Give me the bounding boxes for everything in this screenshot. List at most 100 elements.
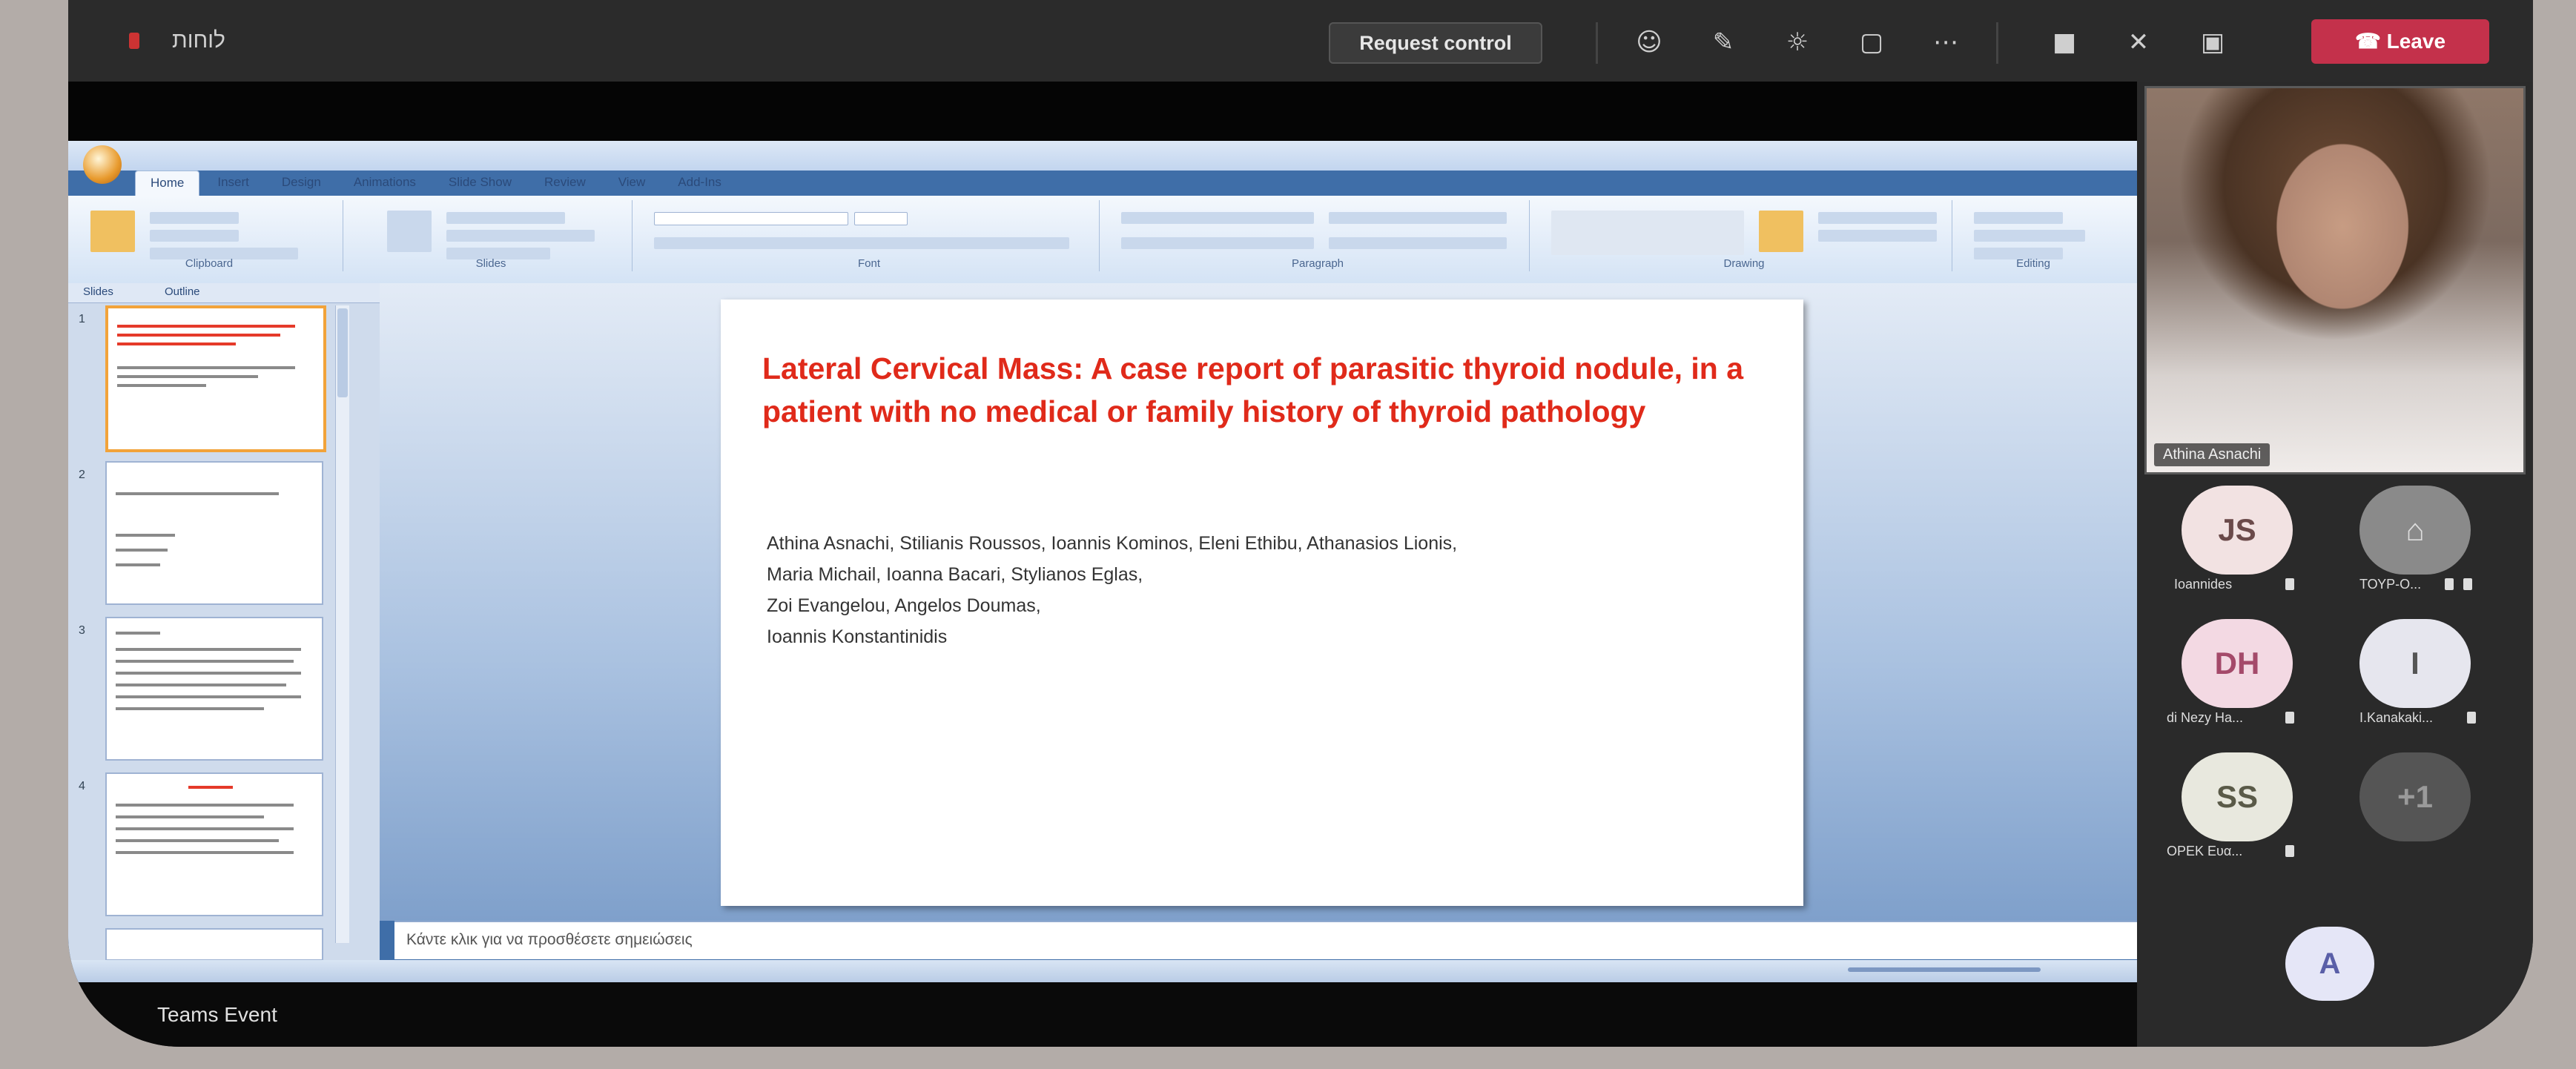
ribbon-group-editing: Editing [1959,200,2107,271]
participant-video[interactable]: Athina Asnachi [2144,86,2526,474]
thumb-line [116,563,160,566]
tab-review[interactable]: Review [529,171,601,196]
slide-thumbnail-1[interactable] [105,305,326,452]
slide-number: 4 [79,780,85,792]
ribbon-group-label: Clipboard [185,257,234,270]
thumb-line [117,325,295,328]
thumb-line [116,549,168,552]
shape-outline-button[interactable] [1818,230,1937,242]
camera-off-icon [2445,578,2454,590]
ppt-status-bar [68,960,2137,982]
avatar-initials: SS [2216,779,2259,814]
align-buttons[interactable] [1121,237,1314,249]
meeting-title: לוחות [172,28,225,53]
avatar[interactable]: I [2359,619,2471,708]
font-family-select[interactable] [654,212,848,225]
slide-title: Lateral Cervical Mass: A case report of … [762,351,1744,428]
participant-name: ΤΟΥΡ-Ο... [2359,577,2422,592]
authors-line: Maria Michail, Ioanna Bacari, Stylianos … [767,564,1143,585]
video-name-label: Athina Asnachi [2154,443,2270,466]
tab-outline[interactable]: Outline [165,285,200,298]
ribbon-group-label: Drawing [1723,257,1765,270]
avatar-initials: JS [2218,512,2256,547]
shapes-gallery[interactable] [1551,211,1744,255]
avatar[interactable]: DH [2182,619,2293,708]
teams-logo [129,33,139,49]
font-size-select[interactable] [854,212,908,225]
mic-icon[interactable]: ✕ [2122,27,2155,58]
list-buttons[interactable] [1121,212,1314,224]
avatar[interactable]: JS [2182,486,2293,575]
copy-button[interactable] [150,230,239,242]
thumb-line [116,534,175,537]
slide-thumbnail-2[interactable] [105,461,323,605]
font-format-buttons[interactable] [654,237,1069,249]
replace-button[interactable] [1974,230,2085,242]
tab-add-ins[interactable]: Add-Ins [663,171,736,196]
reactions-icon[interactable]: ☼ [1781,27,1814,58]
authors-line: Ioannis Konstantinidis [767,626,948,647]
current-slide[interactable]: Lateral Cervical Mass: A case report of … [721,299,1803,906]
notes-placeholder: Κάντε κλικ για να προσθέσετε σημειώσεις [406,931,693,948]
participant-name: ΟΡΕΚ Ευα... [2167,844,2243,858]
layout-button[interactable] [446,212,565,224]
mic-off-icon [2467,712,2476,724]
avatar[interactable]: ⌂ [2359,486,2471,575]
tab-slide-show[interactable]: Slide Show [434,171,526,196]
more-icon[interactable]: ⋯ [1929,27,1962,58]
tab-design[interactable]: Design [267,171,336,196]
camera-icon[interactable]: ■ [2048,27,2081,58]
toolbar-divider [1996,22,1998,64]
arrange-icon[interactable] [1759,211,1803,252]
cut-button[interactable] [150,212,239,224]
thumb-line [116,684,286,686]
thumb-line [117,334,280,337]
panel-tabs: Slides Outline [68,283,380,303]
slide-thumbnail-4[interactable] [105,772,323,916]
tab-animations[interactable]: Animations [339,171,431,196]
thumb-line [116,804,294,807]
share-icon[interactable]: ▣ [2196,27,2229,58]
more-participants-badge[interactable]: +1 [2359,752,2471,841]
scrollbar-thumb[interactable] [337,308,348,397]
participant-name: Ioannides [2174,577,2233,592]
thumb-line [188,786,233,789]
thumb-line [117,375,258,378]
smartart-button[interactable] [1329,237,1507,249]
tab-home[interactable]: Home [135,171,200,196]
thumb-line [116,648,301,651]
avatar[interactable]: SS [2182,752,2293,841]
new-slide-icon[interactable] [387,211,432,252]
thumb-line [116,660,294,663]
ribbon: Clipboard Slides Font Paragraph Drawing … [68,196,2137,285]
thumb-line [116,839,279,842]
slide-number: 2 [79,469,85,481]
reset-button[interactable] [446,230,595,242]
rooms-icon[interactable]: ▢ [1855,27,1888,58]
mic-off-icon [2463,578,2472,590]
notes-pane[interactable]: Κάντε κλικ για να προσθέσετε σημειώσεις [394,921,2137,959]
office-button[interactable] [83,145,122,184]
leave-label: Leave [2386,30,2446,53]
request-control-button[interactable]: Request control [1329,22,1542,64]
paste-icon[interactable] [90,211,135,252]
zoom-slider[interactable] [1848,967,2041,972]
tab-slides[interactable]: Slides [83,285,113,298]
leave-button[interactable]: ☎ Leave [2311,19,2489,64]
share-bottom-band: Teams Event [68,982,2137,1047]
slide-number: 3 [79,624,85,637]
slide-thumbnail-3[interactable] [105,617,323,761]
participants-icon[interactable]: ☺ [1633,27,1665,58]
ribbon-group-drawing: Drawing [1536,200,1952,271]
tab-view[interactable]: View [604,171,661,196]
self-avatar[interactable]: A [2285,927,2374,1001]
shape-fill-button[interactable] [1818,212,1937,224]
chat-icon[interactable]: ✎ [1707,27,1740,58]
find-button[interactable] [1974,212,2063,224]
text-direction-button[interactable] [1329,212,1507,224]
thumb-line [116,827,294,830]
slide-thumbnail-5[interactable] [105,928,323,961]
tab-insert[interactable]: Insert [202,171,264,196]
slides-scrollbar[interactable] [335,305,349,943]
shared-powerpoint-window: Home Insert Design Animations Slide Show… [68,141,2137,982]
